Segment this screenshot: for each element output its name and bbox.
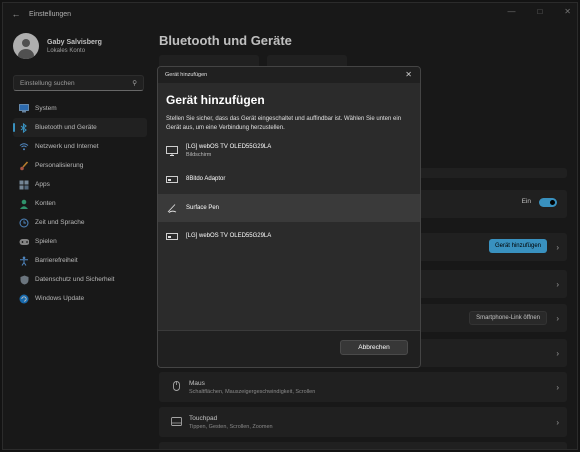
device-name: [LG] webOS TV OLED55G29LA bbox=[186, 233, 272, 239]
add-device-dialog: Gerät hinzufügen ✕ Gerät hinzufügen Stel… bbox=[157, 66, 421, 368]
device-list-item[interactable]: [LG] webOS TV OLED55G29LA bbox=[158, 222, 420, 250]
dialog-footer: Abbrechen bbox=[158, 330, 420, 367]
input-device-icon bbox=[166, 231, 178, 241]
dialog-window-title: Gerät hinzufügen bbox=[165, 72, 208, 78]
input-device-icon bbox=[166, 174, 178, 184]
cancel-button[interactable]: Abbrechen bbox=[340, 340, 408, 355]
device-name: Surface Pen bbox=[186, 205, 220, 211]
dialog-title-bar: Gerät hinzufügen ✕ bbox=[158, 67, 420, 83]
device-list-item[interactable]: Surface Pen bbox=[158, 194, 420, 222]
device-list-item[interactable]: [LG] webOS TV OLED55G29LA Bildschirm bbox=[158, 137, 420, 165]
close-icon[interactable]: ✕ bbox=[405, 70, 412, 79]
device-type: Bildschirm bbox=[186, 152, 212, 158]
device-list-item[interactable]: 8Bitdo Adaptor bbox=[158, 165, 420, 193]
dialog-instructions: Stellen Sie sicher, dass das Gerät einge… bbox=[166, 116, 402, 131]
dialog-heading: Gerät hinzufügen bbox=[166, 93, 265, 107]
pen-icon bbox=[166, 203, 178, 213]
display-icon bbox=[166, 146, 178, 156]
device-name: [LG] webOS TV OLED55G29LA bbox=[186, 144, 272, 150]
device-name: 8Bitdo Adaptor bbox=[186, 176, 226, 182]
